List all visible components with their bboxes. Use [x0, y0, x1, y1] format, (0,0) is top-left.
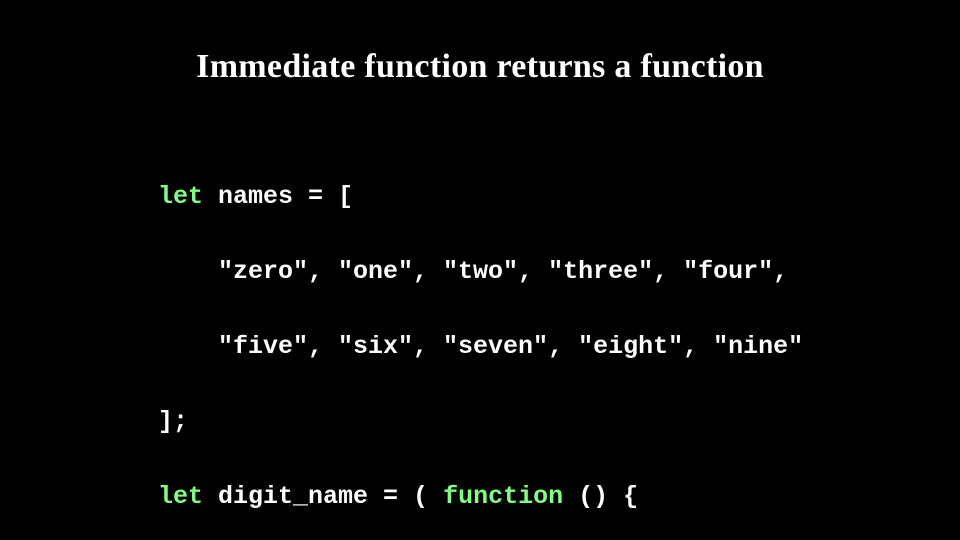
code-text: "zero", "one", "two", "three", "four", [158, 257, 788, 286]
code-text: "five", "six", "seven", "eight", "nine" [158, 332, 803, 361]
keyword-function: function [443, 482, 563, 511]
keyword-let: let [158, 182, 203, 211]
code-text: digit_name = ( [203, 482, 443, 511]
code-text: () { [563, 482, 638, 511]
code-text: ]; [158, 407, 188, 436]
keyword-let: let [158, 482, 203, 511]
slide-title: Immediate function returns a function [0, 48, 960, 86]
code-line-3: "five", "six", "seven", "eight", "nine" [158, 328, 803, 366]
code-line-5: let digit_name = ( function () { [158, 478, 803, 516]
code-line-4: ]; [158, 403, 803, 441]
code-text: names = [ [203, 182, 353, 211]
code-line-2: "zero", "one", "two", "three", "four", [158, 253, 803, 291]
code-block: let names = [ "zero", "one", "two", "thr… [158, 140, 803, 540]
slide: Immediate function returns a function le… [0, 0, 960, 540]
code-line-1: let names = [ [158, 178, 803, 216]
